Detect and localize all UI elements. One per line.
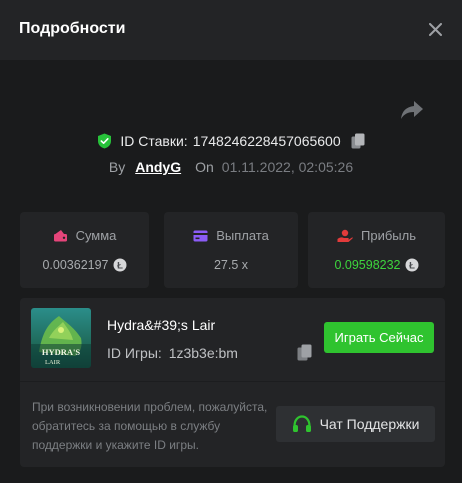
bet-date: 01.11.2022, 02:05:26 [221, 159, 354, 175]
game-thumbnail[interactable]: HYDRA'S LAIR [31, 308, 91, 368]
thumb-title: HYDRA'S [42, 347, 81, 357]
headset-icon [292, 415, 311, 432]
stat-card-amount: Сумма 0.00362197 Ł [20, 212, 149, 288]
share-icon [401, 101, 423, 119]
bet-id-row: ID Ставки: 1748246228457065600 [0, 131, 462, 151]
by-label: By [108, 159, 126, 175]
thumb-subtitle: LAIR [45, 359, 61, 366]
svg-text:Ł: Ł [117, 261, 123, 272]
support-chat-button[interactable]: Чат Поддержки [276, 406, 435, 442]
share-button[interactable] [400, 100, 426, 122]
shield-check-icon [98, 133, 112, 149]
card-icon [193, 230, 208, 241]
stat-label: Сумма [75, 228, 117, 243]
play-now-button[interactable]: Играть Сейчас [324, 322, 434, 353]
stat-value: 0.00362197 [42, 258, 109, 272]
bet-author-row: By AndyG On 01.11.2022, 02:05:26 [0, 157, 462, 177]
game-id-label: ID Игры: [107, 345, 162, 361]
coin-icon: Ł [405, 258, 419, 272]
stat-card-profit: Прибыль 0.09598232 Ł [308, 212, 445, 288]
close-icon [428, 22, 442, 36]
modal-header: Подробности [0, 0, 462, 60]
bet-id-label: ID Ставки: [120, 133, 188, 149]
game-panel: HYDRA'S LAIR Hydra&#39;s Lair ID Игры: 1… [20, 298, 445, 467]
svg-text:Ł: Ł [409, 261, 415, 272]
stat-label: Прибыль [361, 228, 416, 243]
on-label: On [195, 159, 214, 175]
game-id-value: 1z3b3e:bm [168, 345, 238, 361]
user-link[interactable]: AndyG [135, 159, 181, 175]
bet-id-value: 1748246228457065600 [192, 133, 341, 149]
game-id: ID Игры: 1z3b3e:bm [107, 345, 238, 361]
copy-icon[interactable] [297, 344, 312, 361]
close-button[interactable] [424, 18, 446, 40]
wallet-icon [53, 230, 67, 242]
game-thumbnail-image: HYDRA'S LAIR [31, 308, 91, 368]
stat-value: 0.09598232 [334, 258, 401, 272]
help-text: При возникновении проблем, пожалуйста, о… [32, 400, 268, 452]
divider [20, 381, 445, 382]
stat-value: 27.5 x [213, 258, 249, 272]
stat-card-payout: Выплата 27.5 x [164, 212, 298, 288]
profit-hand-icon [337, 229, 353, 242]
modal-title: Подробности [19, 20, 126, 37]
game-name[interactable]: Hydra&#39;s Lair [107, 317, 215, 333]
support-chat-label: Чат Поддержки [319, 416, 420, 432]
coin-icon: Ł [113, 258, 127, 272]
copy-icon[interactable] [351, 133, 365, 149]
stat-label: Выплата [216, 228, 269, 243]
